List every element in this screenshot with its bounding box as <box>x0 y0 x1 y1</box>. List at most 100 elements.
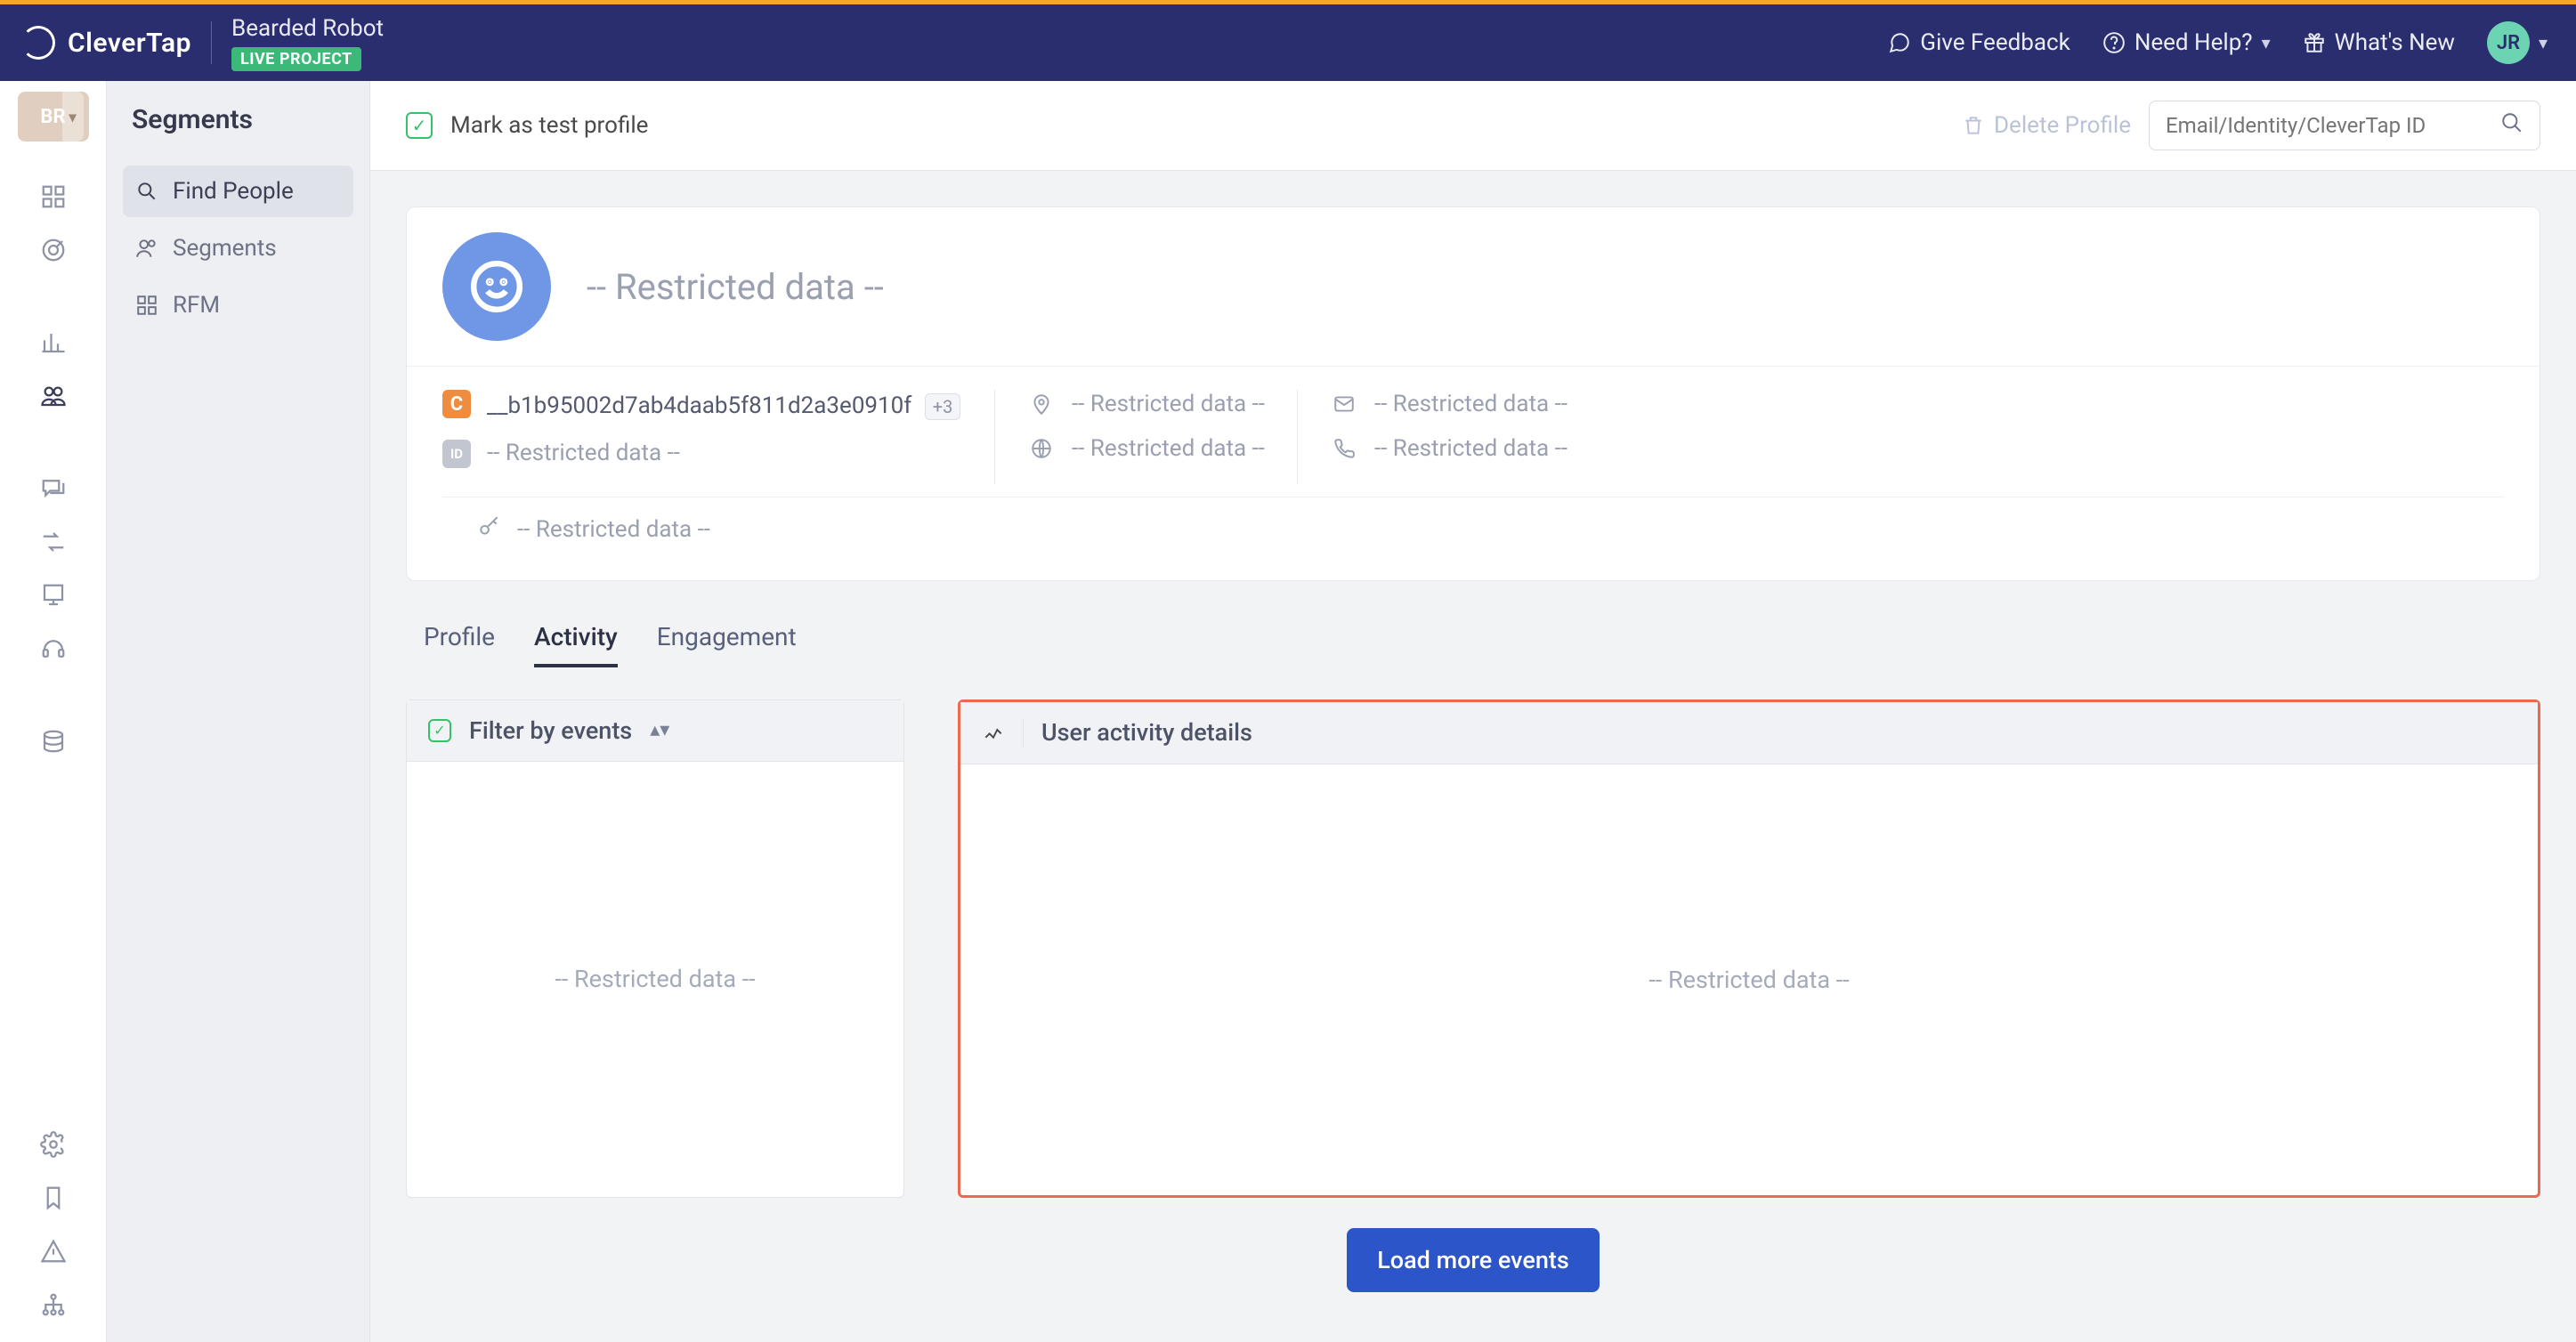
tab-engagement[interactable]: Engagement <box>657 622 797 667</box>
sidebar-item-find-people[interactable]: Find People <box>123 166 353 217</box>
identity-row: ID -- Restricted data -- <box>442 440 962 468</box>
location-value: -- Restricted data -- <box>1072 391 1265 417</box>
gift-icon <box>2303 31 2326 54</box>
sidebar-item-label: Find People <box>173 178 294 205</box>
profile-card: -- Restricted data -- C __b1b95002d7ab4d… <box>406 206 2540 581</box>
whats-new-link[interactable]: What's New <box>2303 29 2455 56</box>
tab-activity[interactable]: Activity <box>534 622 618 667</box>
activity-panel-title: User activity details <box>1041 718 1252 747</box>
sidebar-item-segments[interactable]: Segments <box>123 222 353 274</box>
filter-panel-title: Filter by events <box>469 716 632 745</box>
project-name: Bearded Robot <box>231 15 384 42</box>
chevron-down-icon: ▾ <box>2539 32 2548 53</box>
rail-item-boards[interactable] <box>28 172 78 222</box>
phone-icon <box>1330 434 1358 463</box>
people-icon <box>135 237 158 260</box>
need-help-link[interactable]: Need Help? ▾ <box>2102 29 2271 56</box>
delete-profile-button[interactable]: Delete Profile <box>1962 112 2131 139</box>
rail-item-data[interactable] <box>28 716 78 766</box>
rail-item-segments[interactable] <box>28 371 78 421</box>
search-icon[interactable] <box>2500 111 2523 141</box>
project-status-tag: LIVE PROJECT <box>231 47 361 71</box>
activity-icon <box>982 718 1005 748</box>
user-menu[interactable]: JR ▾ <box>2487 21 2548 64</box>
activity-panels: ✓ Filter by events ▴▾ -- Restricted data… <box>406 699 2540 1198</box>
location-row: -- Restricted data -- <box>1027 390 1265 418</box>
browser-icon <box>1027 434 1056 463</box>
rail-item-support[interactable] <box>28 624 78 674</box>
browser-value: -- Restricted data -- <box>1072 435 1265 462</box>
give-feedback-link[interactable]: Give Feedback <box>1888 29 2070 56</box>
sidebar-title: Segments <box>123 104 353 135</box>
email-value: -- Restricted data -- <box>1374 391 1567 417</box>
header-divider <box>211 21 212 64</box>
email-icon <box>1330 390 1358 418</box>
profile-search[interactable] <box>2149 101 2540 150</box>
filter-select-all-checkbox[interactable]: ✓ <box>428 719 451 742</box>
rail-item-org[interactable] <box>28 1280 78 1330</box>
clevertap-id-chip-icon: C <box>442 390 471 418</box>
identity-chip-icon: ID <box>442 440 471 468</box>
whats-new-label: What's New <box>2335 29 2455 56</box>
avatar: JR <box>2487 21 2530 64</box>
smile-icon <box>469 259 524 314</box>
brand-block[interactable]: CleverTap <box>21 26 191 60</box>
activity-panel-body: -- Restricted data -- <box>960 764 2538 1195</box>
sidebar-item-rfm[interactable]: RFM <box>123 279 353 331</box>
mark-test-checkbox[interactable]: ✓ <box>406 112 433 139</box>
email-row: -- Restricted data -- <box>1330 390 1567 418</box>
profile-avatar <box>442 232 551 341</box>
phone-value: -- Restricted data -- <box>1374 435 1567 462</box>
need-help-label: Need Help? <box>2135 29 2253 56</box>
search-person-icon <box>135 180 158 203</box>
push-token-row: -- Restricted data -- <box>442 497 2504 562</box>
main-content: ✓ Mark as test profile Delete Profile --… <box>370 81 2576 1342</box>
chat-icon <box>1888 31 1911 54</box>
key-icon <box>478 515 501 545</box>
browser-row: -- Restricted data -- <box>1027 434 1265 463</box>
additional-ids-badge[interactable]: +3 <box>925 393 961 420</box>
sidebar-item-label: RFM <box>173 292 220 319</box>
profile-name: -- Restricted data -- <box>587 266 884 308</box>
trash-icon <box>1962 114 1985 137</box>
brand-name: CleverTap <box>68 28 191 59</box>
tab-profile[interactable]: Profile <box>424 622 495 667</box>
identity-value: -- Restricted data -- <box>487 440 680 466</box>
chevron-down-icon[interactable]: ▾ <box>62 92 84 141</box>
filter-events-panel: ✓ Filter by events ▴▾ -- Restricted data… <box>406 699 904 1198</box>
give-feedback-label: Give Feedback <box>1920 29 2070 56</box>
clevertap-id-value: __b1b95002d7ab4daab5f811d2a3e0910f <box>487 392 911 419</box>
user-activity-panel: User activity details -- Restricted data… <box>958 699 2540 1198</box>
nav-rail: BR ▾ <box>0 81 107 1342</box>
load-more-events-button[interactable]: Load more events <box>1347 1228 1600 1292</box>
help-icon <box>2102 31 2126 54</box>
delete-profile-label: Delete Profile <box>1994 112 2131 139</box>
profile-search-input[interactable] <box>2166 113 2490 138</box>
rail-item-journeys[interactable] <box>28 517 78 567</box>
filter-panel-body: -- Restricted data -- <box>407 762 903 1197</box>
project-switcher[interactable]: BR ▾ <box>18 92 89 141</box>
sort-icon[interactable]: ▴▾ <box>650 719 669 741</box>
grid-icon <box>135 294 158 317</box>
chevron-down-icon: ▾ <box>2262 32 2271 53</box>
sidebar: Segments Find People Segments RFM <box>107 81 370 1342</box>
clevertap-id-row: C __b1b95002d7ab4daab5f811d2a3e0910f +3 <box>442 390 962 424</box>
project-block[interactable]: Bearded Robot LIVE PROJECT <box>231 15 384 71</box>
rail-item-messages[interactable] <box>28 464 78 513</box>
phone-row: -- Restricted data -- <box>1330 434 1567 463</box>
sidebar-item-label: Segments <box>173 235 277 262</box>
app-header: CleverTap Bearded Robot LIVE PROJECT Giv… <box>0 4 2576 81</box>
profile-toolbar: ✓ Mark as test profile Delete Profile <box>370 81 2576 171</box>
header-actions: Give Feedback Need Help? ▾ What's New JR… <box>1888 21 2548 64</box>
rail-item-campaigns[interactable] <box>28 570 78 620</box>
location-icon <box>1027 390 1056 418</box>
mark-test-label: Mark as test profile <box>450 112 648 139</box>
rail-item-alerts[interactable] <box>28 1226 78 1276</box>
rail-item-target[interactable] <box>28 225 78 275</box>
push-token-value: -- Restricted data -- <box>517 516 710 543</box>
brand-logo-icon <box>21 26 55 60</box>
rail-item-bookmark[interactable] <box>28 1173 78 1223</box>
profile-tabs: Profile Activity Engagement <box>424 622 2540 667</box>
rail-item-analytics[interactable] <box>28 318 78 368</box>
rail-item-settings[interactable] <box>28 1120 78 1169</box>
